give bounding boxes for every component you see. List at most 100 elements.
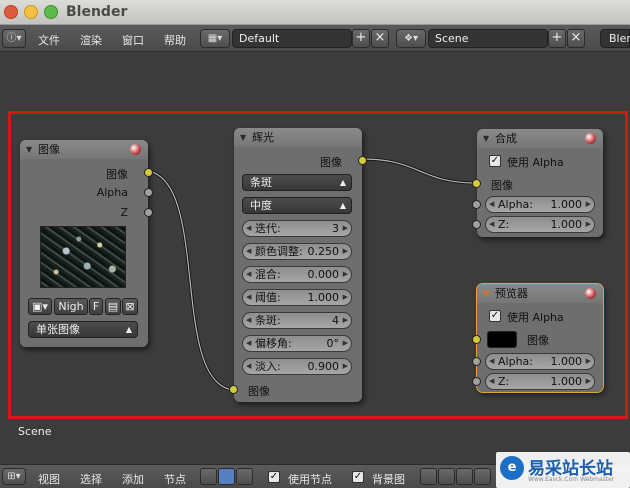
decrement-arrow-icon[interactable]: ◀ xyxy=(246,221,251,236)
increment-arrow-icon[interactable]: ▶ xyxy=(343,244,348,259)
menu-select[interactable]: 选择 xyxy=(80,471,102,487)
menu-node[interactable]: 节点 xyxy=(164,471,186,487)
use-alpha-checkbox[interactable]: ✓ xyxy=(489,310,501,322)
texture-tree-icon[interactable] xyxy=(236,468,253,485)
backdrop-move-icon[interactable] xyxy=(456,468,473,485)
increment-arrow-icon[interactable]: ▶ xyxy=(586,217,591,232)
layout-add-button[interactable]: + xyxy=(352,29,370,48)
collapse-arrow-icon[interactable]: ▼ xyxy=(483,129,489,148)
mix-field[interactable]: ◀ 混合: 0.000 ▶ xyxy=(242,266,352,283)
increment-arrow-icon[interactable]: ▶ xyxy=(343,290,348,305)
decrement-arrow-icon[interactable]: ◀ xyxy=(246,267,251,282)
increment-arrow-icon[interactable]: ▶ xyxy=(343,267,348,282)
increment-arrow-icon[interactable]: ▶ xyxy=(343,336,348,351)
alpha-output-socket[interactable] xyxy=(144,188,153,197)
menu-file[interactable]: 文件 xyxy=(38,32,60,48)
shader-tree-icon[interactable] xyxy=(200,468,217,485)
window-maximize-button[interactable] xyxy=(44,5,58,19)
window-minimize-button[interactable] xyxy=(24,5,38,19)
z-output-socket[interactable] xyxy=(144,208,153,217)
composite-alpha-input-socket[interactable] xyxy=(472,200,481,209)
composite-node-header[interactable]: ▼ 合成 xyxy=(477,129,603,148)
increment-arrow-icon[interactable]: ▶ xyxy=(343,313,348,328)
node-preview-sphere-icon[interactable] xyxy=(585,133,596,144)
viewer-node[interactable]: ▼ 预览器 ✓ 使用 Alpha 图像 ◀ Alpha: 1.000 ▶ ◀ Z… xyxy=(472,283,604,393)
node-preview-sphere-icon[interactable] xyxy=(585,288,596,299)
glare-node[interactable]: ▼ 辉光 图像 条斑 ▲ 中度 ▲ ◀ 迭代: 3 ▶ ◀ 颜色调整: 0.25… xyxy=(229,128,367,402)
viewer-node-header[interactable]: ▼ 预览器 xyxy=(477,284,603,303)
scene-add-button[interactable]: + xyxy=(548,29,566,48)
decrement-arrow-icon[interactable]: ◀ xyxy=(489,217,494,232)
composite-image-input-socket[interactable] xyxy=(472,179,481,188)
backdrop-channels-icon[interactable] xyxy=(420,468,437,485)
decrement-arrow-icon[interactable]: ◀ xyxy=(246,313,251,328)
glare-quality-dropdown[interactable]: 中度 ▲ xyxy=(242,197,352,214)
editor-type-button[interactable]: ⊞▾ xyxy=(2,468,26,485)
image-output-socket[interactable] xyxy=(144,168,153,177)
threshold-field[interactable]: ◀ 阈值: 1.000 ▶ xyxy=(242,289,352,306)
compositing-tree-icon[interactable] xyxy=(218,468,235,485)
backdrop-zoom-icon[interactable] xyxy=(474,468,491,485)
composite-z-input-socket[interactable] xyxy=(472,220,481,229)
collapse-arrow-icon[interactable]: ▼ xyxy=(26,140,32,159)
decrement-arrow-icon[interactable]: ◀ xyxy=(246,359,251,374)
fake-user-button[interactable]: F xyxy=(89,298,103,315)
streaks-field[interactable]: ◀ 条斑: 4 ▶ xyxy=(242,312,352,329)
layout-browse-button[interactable]: ▦▾ xyxy=(200,29,230,48)
decrement-arrow-icon[interactable]: ◀ xyxy=(489,374,494,389)
decrement-arrow-icon[interactable]: ◀ xyxy=(246,244,251,259)
glare-input-socket[interactable] xyxy=(229,385,238,394)
viewer-image-input-socket[interactable] xyxy=(472,335,481,344)
viewer-alpha-input-socket[interactable] xyxy=(472,357,481,366)
increment-arrow-icon[interactable]: ▶ xyxy=(343,221,348,236)
decrement-arrow-icon[interactable]: ◀ xyxy=(246,336,251,351)
collapse-arrow-icon[interactable]: ▼ xyxy=(483,284,489,303)
render-engine-dropdown[interactable]: Blen xyxy=(600,29,630,48)
node-preview-sphere-icon[interactable] xyxy=(130,144,141,155)
composite-z-field[interactable]: ◀ Z: 1.000 ▶ xyxy=(485,216,595,233)
menu-help[interactable]: 帮助 xyxy=(164,32,186,48)
scene-name-field[interactable]: Scene xyxy=(428,29,548,48)
composite-node[interactable]: ▼ 合成 ✓ 使用 Alpha 图像 ◀ Alpha: 1.000 ▶ ◀ Z:… xyxy=(472,129,603,237)
scene-browse-button[interactable]: ❖▾ xyxy=(396,29,426,48)
increment-arrow-icon[interactable]: ▶ xyxy=(586,354,591,369)
iterations-field[interactable]: ◀ 迭代: 3 ▶ xyxy=(242,220,352,237)
decrement-arrow-icon[interactable]: ◀ xyxy=(246,290,251,305)
increment-arrow-icon[interactable]: ▶ xyxy=(586,197,591,212)
fade-field[interactable]: ◀ 淡入: 0.900 ▶ xyxy=(242,358,352,375)
backdrop-alpha-icon[interactable] xyxy=(438,468,455,485)
image-name-field[interactable]: Nigh xyxy=(54,298,88,315)
use-alpha-checkbox[interactable]: ✓ xyxy=(489,155,501,167)
angle-offset-field[interactable]: ◀ 偏移角: 0° ▶ xyxy=(242,335,352,352)
increment-arrow-icon[interactable]: ▶ xyxy=(343,359,348,374)
decrement-arrow-icon[interactable]: ◀ xyxy=(489,197,494,212)
open-image-button[interactable]: ▤ xyxy=(105,298,121,315)
layout-name-field[interactable]: Default xyxy=(232,29,352,48)
menu-view[interactable]: 视图 xyxy=(38,471,60,487)
editor-type-button[interactable]: ⓘ▾ xyxy=(2,29,26,48)
scene-remove-button[interactable]: × xyxy=(567,29,585,48)
viewer-alpha-field[interactable]: ◀ Alpha: 1.000 ▶ xyxy=(485,353,595,370)
image-node-header[interactable]: ▼ 图像 xyxy=(20,140,148,159)
viewer-z-field[interactable]: ◀ Z: 1.000 ▶ xyxy=(485,373,595,390)
image-color-swatch[interactable] xyxy=(487,331,517,348)
image-browse-button[interactable]: ▣▾ xyxy=(28,298,52,315)
image-node[interactable]: ▼ 图像 图像 Alpha Z ▣▾ Nigh F ▤ ⊠ 单张图像 ▲ xyxy=(20,140,153,347)
use-nodes-checkbox[interactable]: ✓ xyxy=(268,471,280,483)
glare-node-header[interactable]: ▼ 辉光 xyxy=(234,128,362,147)
color-modulation-field[interactable]: ◀ 颜色调整: 0.250 ▶ xyxy=(242,243,352,260)
menu-add[interactable]: 添加 xyxy=(122,471,144,487)
unlink-image-button[interactable]: ⊠ xyxy=(122,298,138,315)
viewer-z-input-socket[interactable] xyxy=(472,377,481,386)
collapse-arrow-icon[interactable]: ▼ xyxy=(240,128,246,147)
decrement-arrow-icon[interactable]: ◀ xyxy=(489,354,494,369)
glare-type-dropdown[interactable]: 条斑 ▲ xyxy=(242,174,352,191)
layout-remove-button[interactable]: × xyxy=(371,29,389,48)
image-source-dropdown[interactable]: 单张图像 ▲ xyxy=(28,321,138,338)
increment-arrow-icon[interactable]: ▶ xyxy=(586,374,591,389)
composite-alpha-field[interactable]: ◀ Alpha: 1.000 ▶ xyxy=(485,196,595,213)
backdrop-checkbox[interactable]: ✓ xyxy=(352,471,364,483)
glare-output-socket[interactable] xyxy=(358,156,367,165)
window-close-button[interactable] xyxy=(4,5,18,19)
menu-render[interactable]: 渲染 xyxy=(80,32,102,48)
